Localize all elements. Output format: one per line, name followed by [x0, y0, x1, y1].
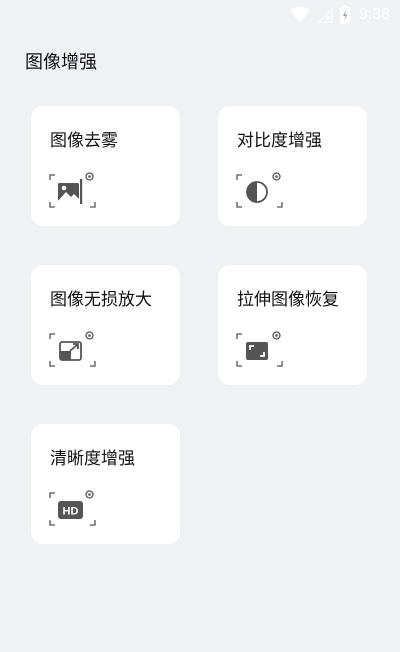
card-label: 对比度增强	[237, 131, 322, 151]
signal-icon	[317, 7, 333, 23]
wifi-icon	[289, 7, 310, 23]
card-contrast-enhance[interactable]: 对比度增强	[218, 106, 367, 226]
card-sharpness-enhance[interactable]: 清晰度增强 HD	[31, 424, 180, 544]
upscale-icon	[49, 331, 96, 367]
contrast-icon	[236, 172, 283, 208]
status-bar: 9:38	[0, 0, 400, 30]
card-label: 图像无损放大	[50, 290, 152, 310]
stretch-restore-icon	[236, 331, 283, 367]
hd-badge-text: HD	[63, 506, 79, 518]
image-dehaze-icon	[49, 172, 96, 208]
card-label: 拉伸图像恢复	[237, 290, 339, 310]
status-time: 9:38	[358, 6, 390, 23]
page-title: 图像增强	[25, 52, 97, 73]
status-icons: 9:38	[289, 5, 390, 25]
battery-icon	[339, 5, 350, 24]
hd-icon: HD	[49, 490, 96, 526]
card-stretch-restore[interactable]: 拉伸图像恢复	[218, 265, 367, 385]
card-image-dehaze[interactable]: 图像去雾	[31, 106, 180, 226]
card-label: 图像去雾	[50, 131, 118, 151]
card-label: 清晰度增强	[50, 449, 135, 469]
card-lossless-upscale[interactable]: 图像无损放大	[31, 265, 180, 385]
